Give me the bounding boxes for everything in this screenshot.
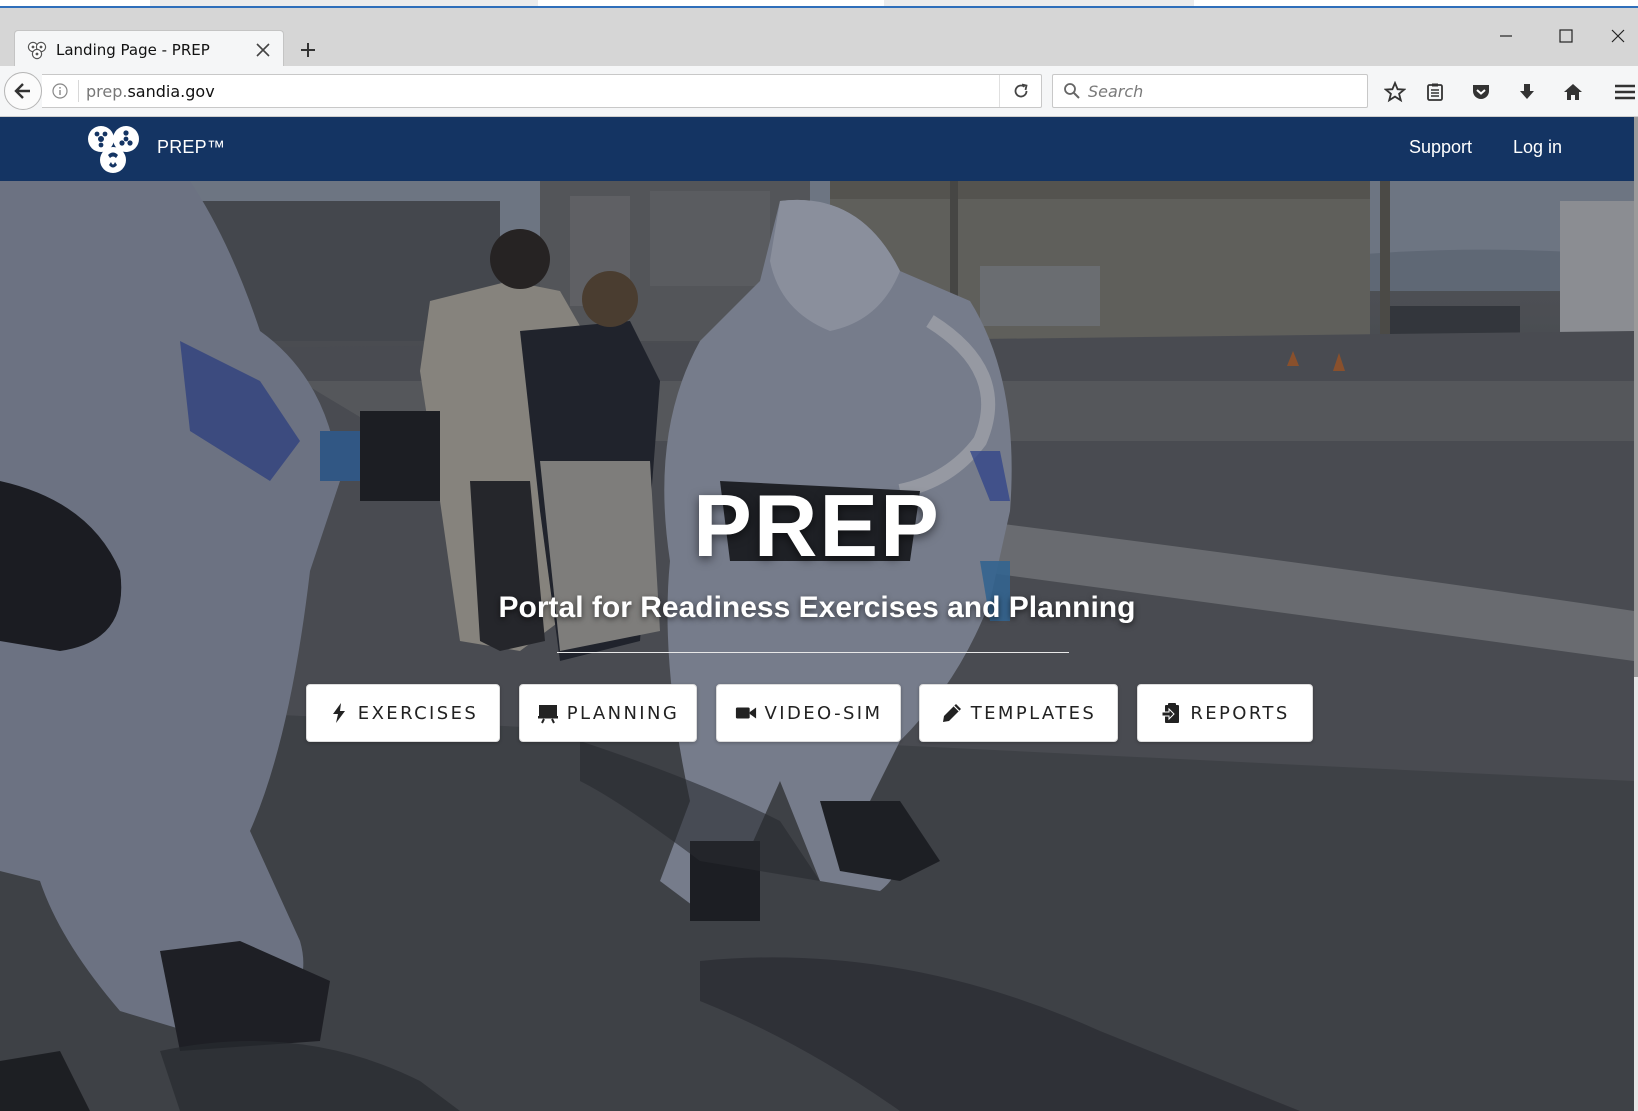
- page-scrollbar[interactable]: [1634, 117, 1638, 1111]
- plus-icon[interactable]: [294, 36, 322, 64]
- page-viewport: PREP™ Support Log in PREP Portal for Rea…: [0, 117, 1634, 1111]
- reports-button-label: REPORTS: [1190, 702, 1290, 724]
- address-bar[interactable]: prep.sandia.gov: [42, 74, 1042, 108]
- close-tab-icon[interactable]: [249, 36, 277, 64]
- biohazard-trio-icon: [27, 40, 47, 60]
- window-top-strip: [0, 0, 1638, 8]
- reading-list-icon[interactable]: [1418, 75, 1452, 109]
- exercises-button[interactable]: EXERCISES: [306, 684, 500, 742]
- url-text[interactable]: prep.sandia.gov: [86, 82, 999, 101]
- reports-button[interactable]: REPORTS: [1137, 684, 1313, 742]
- browser-navbar: prep.sandia.gov: [0, 66, 1638, 117]
- search-input[interactable]: [1088, 81, 1348, 101]
- search-icon: [1062, 81, 1082, 101]
- templates-button-label: TEMPLATES: [970, 702, 1097, 724]
- info-icon[interactable]: [50, 81, 70, 101]
- menu-icon[interactable]: [1610, 75, 1638, 109]
- url-host-domain: sandia.gov: [127, 81, 215, 101]
- pencil-icon: [941, 702, 963, 724]
- close-icon[interactable]: [1598, 16, 1638, 56]
- templates-button[interactable]: TEMPLATES: [919, 684, 1118, 742]
- maximize-icon[interactable]: [1538, 16, 1594, 56]
- site-navbar: PREP™ Support Log in: [0, 117, 1634, 181]
- hero-subtitle: Portal for Readiness Exercises and Plann…: [498, 591, 1136, 624]
- home-icon[interactable]: [1556, 75, 1590, 109]
- search-bar[interactable]: [1052, 74, 1368, 108]
- browser-tab[interactable]: Landing Page - PREP: [14, 30, 284, 68]
- minimize-icon[interactable]: [1478, 16, 1534, 56]
- url-host-prefix: prep.: [86, 81, 128, 101]
- star-icon[interactable]: [1378, 75, 1412, 109]
- planning-button[interactable]: PLANNING: [519, 684, 697, 742]
- hero-title: PREP: [693, 476, 941, 575]
- nav-link-support[interactable]: Support: [1409, 137, 1472, 158]
- download-icon[interactable]: [1510, 75, 1544, 109]
- site-brand[interactable]: PREP™: [157, 137, 225, 158]
- browser-titlebar: Landing Page - PREP: [0, 8, 1638, 68]
- back-arrow-icon[interactable]: [4, 72, 42, 110]
- reload-icon[interactable]: [999, 75, 1041, 107]
- video-sim-button-label: VIDEO-SIM: [764, 702, 883, 724]
- video-camera-icon: [735, 702, 757, 724]
- hero-divider: [557, 652, 1069, 653]
- prep-logo-icon[interactable]: [86, 122, 142, 176]
- presentation-board-icon: [537, 702, 559, 724]
- exercises-button-label: EXERCISES: [357, 702, 479, 724]
- hero-section: PREP Portal for Readiness Exercises and …: [0, 181, 1634, 1111]
- pocket-icon[interactable]: [1464, 75, 1498, 109]
- hero-dark-overlay: [0, 181, 1634, 1111]
- video-sim-button[interactable]: VIDEO-SIM: [716, 684, 901, 742]
- tab-title: Landing Page - PREP: [56, 40, 210, 59]
- nav-link-log-in[interactable]: Log in: [1513, 137, 1562, 158]
- clipboard-icon: [1160, 702, 1182, 724]
- scrollbar-thumb[interactable]: [1634, 117, 1638, 677]
- lightning-bolt-icon: [328, 702, 350, 724]
- planning-button-label: PLANNING: [566, 702, 680, 724]
